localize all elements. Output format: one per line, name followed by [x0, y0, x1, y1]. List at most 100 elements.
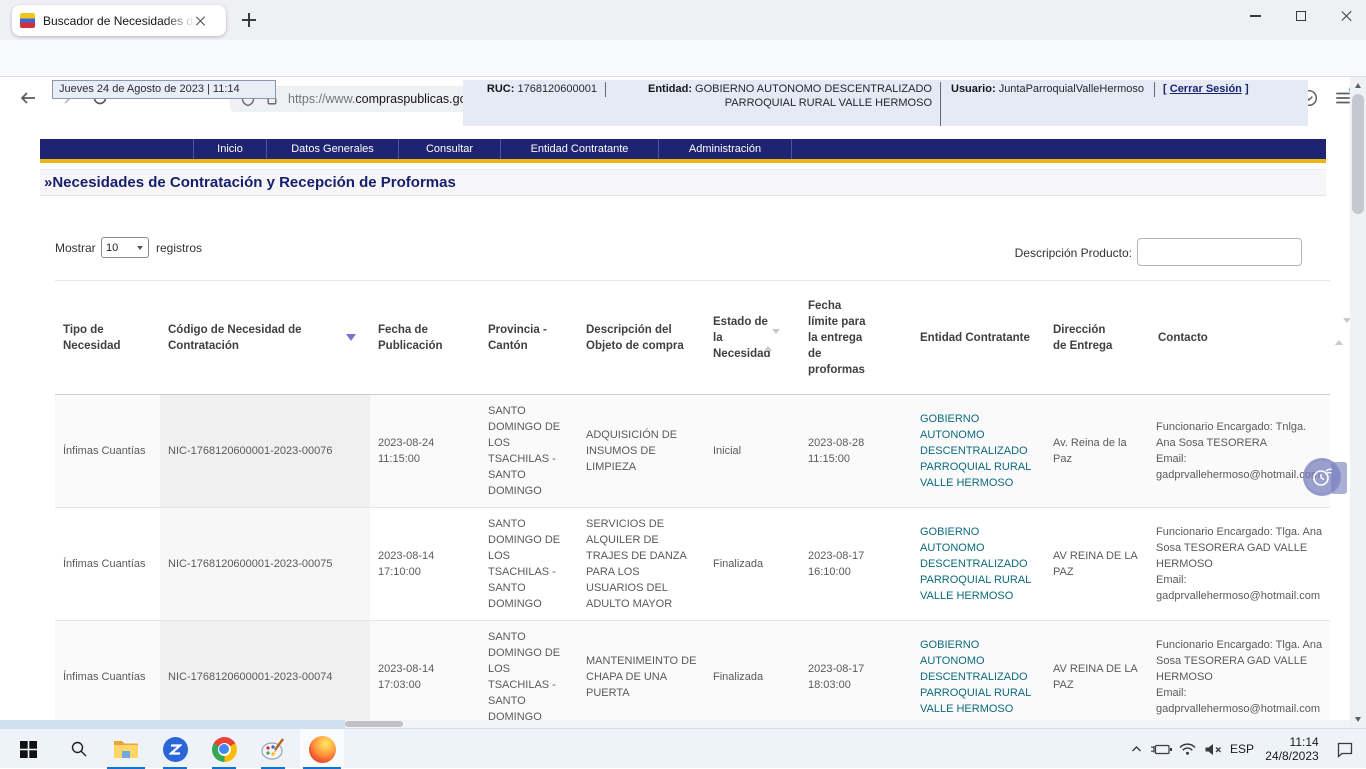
- menu-item-entidad-contratante[interactable]: Entidad Contratante: [500, 139, 658, 159]
- cell-direccion: Av. Reina de la Paz: [1045, 395, 1150, 508]
- tray-time: 11:14: [1265, 735, 1318, 749]
- cell-direccion: AV REINA DE LA PAZ: [1045, 508, 1150, 621]
- entity-link[interactable]: GOBIERNO AUTONOMO DESCENTRALIZADO PARROQ…: [920, 639, 1031, 715]
- logout: [ Cerrar Sesión ]: [1155, 82, 1249, 96]
- window-maximize-button[interactable]: [1278, 0, 1324, 32]
- cell-descripcion: SERVICIOS DE ALQUILER DE TRAJES DE DANZA…: [578, 508, 705, 621]
- menu-item-consultar[interactable]: Consultar: [398, 139, 500, 159]
- results-table: Tipo de Necesidad Código de Necesidad de…: [55, 280, 1330, 722]
- sort-both-icon: [764, 332, 780, 348]
- entity-link[interactable]: GOBIERNO AUTONOMO DESCENTRALIZADO PARROQ…: [920, 526, 1031, 602]
- menu-item-datos-generales[interactable]: Datos Generales: [266, 139, 398, 159]
- sort-desc-icon: [346, 334, 356, 341]
- windows-taskbar: ESP 11:14 24/8/2023: [0, 728, 1366, 768]
- cell-codigo: NIC-1768120600001-2023-00075: [160, 508, 370, 621]
- hscroll-track-segment: [0, 720, 345, 728]
- back-icon[interactable]: [18, 89, 38, 107]
- windows-logo-icon: [20, 741, 37, 758]
- minimize-icon: [1250, 15, 1261, 16]
- cell-provincia: SANTO DOMINGO DE LOS TSACHILAS - SANTO D…: [480, 395, 578, 508]
- window-minimize-button[interactable]: [1232, 0, 1278, 32]
- new-tab-button[interactable]: [238, 9, 260, 31]
- menu-item-administracion[interactable]: Administración: [658, 139, 792, 159]
- cell-codigo: NIC-1768120600001-2023-00074: [160, 621, 370, 723]
- session-info-bar: RUC: 1768120600001 Entidad: GOBIERNO AUT…: [463, 80, 1308, 126]
- show-records-select[interactable]: 10: [101, 237, 149, 258]
- wifi-icon[interactable]: [1174, 729, 1200, 769]
- taskbar-search-button[interactable]: [57, 729, 101, 769]
- volume-muted-icon[interactable]: [1200, 729, 1226, 769]
- session-datetime: Jueves 24 de Agosto de 2023 | 11:14: [52, 80, 276, 99]
- header-provincia[interactable]: Provincia - Cantón: [480, 281, 578, 395]
- cell-fecha-publicacion: 2023-08-14 17:03:00: [370, 621, 480, 723]
- records-label: registros: [156, 241, 202, 255]
- scroll-down-icon[interactable]: [1355, 717, 1361, 722]
- start-button[interactable]: [6, 729, 50, 769]
- cell-estado: Finalizada: [705, 621, 800, 723]
- cell-entidad: GOBIERNO AUTONOMO DESCENTRALIZADO PARROQ…: [912, 395, 1045, 508]
- entity-link[interactable]: GOBIERNO AUTONOMO DESCENTRALIZADO PARROQ…: [920, 413, 1031, 489]
- table-row: Ínfimas Cuantías NIC-1768120600001-2023-…: [55, 395, 1330, 508]
- show-records-label: Mostrar: [55, 241, 96, 255]
- browser-toolbar: https://www.compraspublicas.gob.ec/Proce…: [0, 40, 1366, 77]
- cell-contacto: Funcionario Encargado: Tlga. Ana Sosa TE…: [1150, 508, 1330, 621]
- tab-close-icon[interactable]: [195, 15, 207, 27]
- horizontal-scrollbar[interactable]: [0, 720, 1350, 728]
- gold-divider: [40, 159, 1326, 163]
- table-row: Ínfimas Cuantías NIC-1768120600001-2023-…: [55, 508, 1330, 621]
- tab-title: Buscador de Necesidades de Co: [43, 14, 195, 28]
- header-estado[interactable]: Estado de la Necesidad: [705, 281, 800, 395]
- header-codigo[interactable]: Código de Necesidad de Contratación: [160, 281, 370, 395]
- language-indicator[interactable]: ESP: [1226, 729, 1258, 769]
- vertical-scrollbar[interactable]: [1350, 77, 1366, 728]
- taskbar-file-explorer[interactable]: [104, 729, 148, 769]
- tray-date: 24/8/2023: [1265, 749, 1318, 763]
- sort-both-icon: [1335, 323, 1351, 341]
- product-filter-label: Descripción Producto:: [977, 246, 1132, 260]
- cell-estado: Finalizada: [705, 508, 800, 621]
- close-icon: [1340, 9, 1353, 22]
- clock[interactable]: 11:14 24/8/2023: [1258, 729, 1326, 769]
- table-row: Ínfimas Cuantías NIC-1768120600001-2023-…: [55, 621, 1330, 723]
- cell-tipo: Ínfimas Cuantías: [55, 508, 160, 621]
- cell-provincia: SANTO DOMINGO DE LOS TSACHILAS - SANTO D…: [480, 508, 578, 621]
- maximize-icon: [1296, 11, 1306, 21]
- window-close-button[interactable]: [1324, 0, 1366, 32]
- taskbar-paint[interactable]: [251, 729, 295, 769]
- results-table-container: Tipo de Necesidad Código de Necesidad de…: [55, 280, 1330, 722]
- header-fecha-limite[interactable]: Fecha límite para la entrega de proforma…: [800, 281, 912, 395]
- cell-entidad: GOBIERNO AUTONOMO DESCENTRALIZADO PARROQ…: [912, 621, 1045, 723]
- cell-direccion: AV REINA DE LA PAZ: [1045, 621, 1150, 723]
- header-entidad[interactable]: Entidad Contratante: [912, 281, 1045, 395]
- scrollbar-thumb[interactable]: [1352, 94, 1364, 214]
- header-fecha-publicacion[interactable]: Fecha de Publicación: [370, 281, 480, 395]
- tray-chevron-up-icon[interactable]: [1124, 729, 1148, 769]
- battery-icon[interactable]: [1148, 729, 1174, 769]
- user-field: Usuario: JuntaParroquialValleHermoso: [941, 82, 1155, 97]
- cell-descripcion: MANTENIMEINTO DE CHAPA DE UNA PUERTA: [578, 621, 705, 723]
- show-records-select-wrap: 10: [101, 237, 149, 258]
- cell-estado: Inicial: [705, 395, 800, 508]
- page-title: »Necesidades de Contratación y Recepción…: [40, 170, 1326, 195]
- product-filter-input[interactable]: [1137, 238, 1302, 266]
- header-direccion[interactable]: Dirección de Entrega: [1045, 281, 1150, 395]
- taskbar-z-app[interactable]: [153, 729, 197, 769]
- taskbar-firefox[interactable]: [300, 729, 344, 769]
- header-contacto[interactable]: Contacto: [1150, 281, 1330, 395]
- main-menu: Inicio Datos Generales Consultar Entidad…: [40, 139, 1326, 159]
- site-favicon: [20, 13, 35, 28]
- header-tipo[interactable]: Tipo de Necesidad: [55, 281, 160, 395]
- logout-link[interactable]: Cerrar Sesión: [1170, 83, 1242, 95]
- browser-tab[interactable]: Buscador de Necesidades de Co: [12, 5, 226, 36]
- hscrollbar-thumb[interactable]: [345, 721, 403, 727]
- menu-item-inicio[interactable]: Inicio: [193, 139, 266, 159]
- cell-codigo: NIC-1768120600001-2023-00076: [160, 395, 370, 508]
- floating-widget[interactable]: [1303, 458, 1347, 498]
- cell-fecha-publicacion: 2023-08-14 17:10:00: [370, 508, 480, 621]
- action-center-icon[interactable]: [1330, 729, 1360, 769]
- header-descripcion[interactable]: Descripción del Objeto de compra: [578, 281, 705, 395]
- scroll-up-icon[interactable]: [1355, 83, 1361, 88]
- title-strip: »Necesidades de Contratación y Recepción…: [40, 169, 1326, 196]
- cell-fecha-limite: 2023-08-28 11:15:00: [800, 395, 912, 508]
- taskbar-chrome[interactable]: [202, 729, 246, 769]
